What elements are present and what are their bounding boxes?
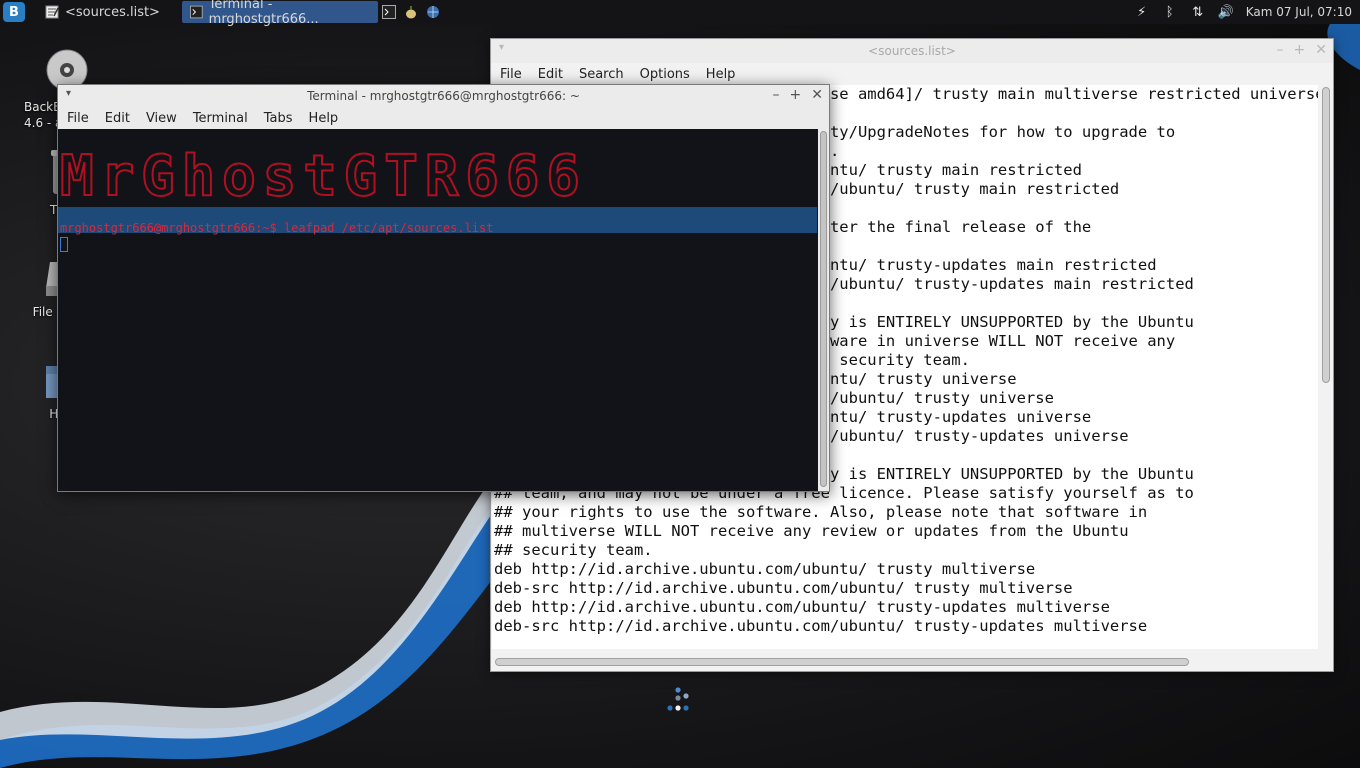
network-icon[interactable]: ⇅ [1190, 4, 1206, 20]
terminal-titlebar[interactable]: ▾ Terminal - mrghostgtr666@mrghostgtr666… [58, 85, 829, 107]
menu-view[interactable]: View [146, 111, 177, 126]
top-panel: B <sources.list> Terminal - mrghostgtr66… [0, 0, 1360, 27]
window-title: Terminal - mrghostgtr666@mrghostgtr666: … [307, 89, 580, 103]
menu-edit[interactable]: Edit [538, 67, 563, 82]
maximize-icon[interactable]: + [1294, 42, 1306, 58]
window-menu-icon[interactable]: ▾ [66, 88, 71, 99]
bluetooth-icon[interactable]: ᛒ [1162, 4, 1178, 20]
maximize-icon[interactable]: + [790, 87, 802, 103]
close-icon[interactable]: ✕ [1315, 42, 1327, 58]
onion-icon [405, 6, 416, 19]
horizontal-scrollbar[interactable] [495, 657, 1317, 667]
loading-spinner-icon [667, 687, 689, 711]
applications-menu-button[interactable]: B [3, 2, 25, 22]
clock[interactable]: Kam 07 Jul, 07:10 [1246, 5, 1352, 19]
volume-icon[interactable]: 🔊 [1218, 4, 1234, 20]
scrollbar-thumb[interactable] [820, 131, 827, 487]
terminal-cursor [60, 237, 68, 252]
menu-help[interactable]: Help [706, 67, 736, 82]
menu-search[interactable]: Search [579, 67, 624, 82]
terminal-prompt-line: mrghostgtr666@mrghostgtr666:~$ leafpad /… [60, 221, 494, 235]
terminal-screen[interactable]: MrGhostGTR666 mrghostgtr666@mrghostgtr66… [58, 129, 817, 491]
menu-file[interactable]: File [67, 111, 89, 126]
ascii-art-banner: MrGhostGTR666 [59, 143, 581, 210]
menu-edit[interactable]: Edit [105, 111, 130, 126]
menu-tabs[interactable]: Tabs [264, 111, 293, 126]
text-editor-icon [45, 5, 59, 19]
menu-file[interactable]: File [500, 67, 522, 82]
minimize-icon[interactable]: – [1277, 42, 1284, 58]
leafpad-menubar: File Edit Search Options Help [491, 63, 1333, 85]
banner-text: MrGhostGTR666 [60, 144, 580, 209]
power-icon[interactable]: ⚡ [1134, 4, 1150, 20]
window-title: <sources.list> [868, 44, 956, 58]
menu-terminal[interactable]: Terminal [193, 111, 248, 126]
leafpad-titlebar[interactable]: ▾ <sources.list> – + ✕ [491, 39, 1333, 63]
terminal-menubar: File Edit View Terminal Tabs Help [58, 107, 829, 129]
menu-help[interactable]: Help [309, 111, 339, 126]
terminal-scrollbar[interactable] [818, 129, 829, 491]
terminal-icon [189, 5, 203, 19]
browser-icon [426, 6, 439, 18]
vertical-scrollbar[interactable] [1321, 87, 1331, 647]
scrollbar-thumb[interactable] [1322, 87, 1330, 383]
taskbar-item-label: <sources.list> [65, 4, 160, 20]
scrollbar-thumb[interactable] [495, 658, 1189, 666]
terminal-launcher[interactable] [378, 1, 400, 23]
taskbar-item-leafpad[interactable]: <sources.list> [37, 1, 168, 23]
taskbar-item-terminal[interactable]: Terminal - mrghostgtr666... [181, 0, 378, 27]
minimize-icon[interactable]: – [773, 87, 780, 103]
terminal-window: ▾ Terminal - mrghostgtr666@mrghostgtr666… [57, 84, 830, 492]
system-tray: ⚡ ᛒ ⇅ 🔊 Kam 07 Jul, 07:10 [1134, 0, 1360, 24]
window-menu-icon[interactable]: ▾ [499, 42, 504, 53]
terminal-launcher-icon [381, 5, 396, 19]
menu-options[interactable]: Options [640, 67, 690, 82]
close-icon[interactable]: ✕ [811, 87, 823, 103]
taskbar-item-label: Terminal - mrghostgtr666... [208, 0, 319, 27]
tor-launcher[interactable] [400, 1, 422, 23]
browser-launcher[interactable] [422, 1, 444, 23]
